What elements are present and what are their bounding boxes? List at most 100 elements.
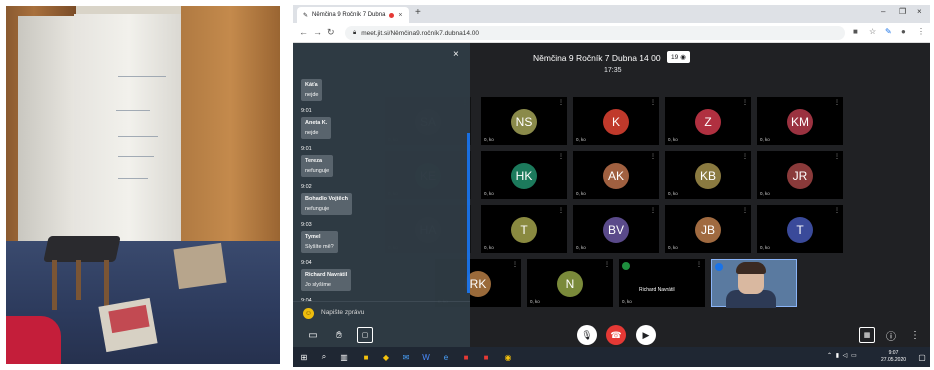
chat-close-icon[interactable]: × (453, 49, 459, 60)
app-icon[interactable]: ■ (461, 352, 471, 362)
forward-icon[interactable]: → (313, 27, 322, 37)
participant-tile[interactable]: T 0, ko ⋮ (757, 205, 843, 253)
participant-tile-speaker[interactable]: Richard Navrátil 0, ko ⋮ (619, 259, 705, 307)
star-icon[interactable]: ☆ (869, 27, 876, 36)
store-icon[interactable]: ◆ (381, 352, 391, 362)
back-icon[interactable]: ← (299, 27, 308, 37)
red-sofa (6, 316, 61, 364)
tile-menu-icon[interactable]: ⋮ (512, 261, 518, 268)
tab-title: Němčina 9 Ročník 7 Dubna (312, 12, 386, 18)
participant-tile[interactable]: JR 0, ko ⋮ (757, 151, 843, 199)
close-window-button[interactable]: × (917, 7, 922, 16)
participant-avatar: T (511, 217, 537, 243)
tile-menu-icon[interactable]: ⋮ (742, 153, 748, 160)
chat-message-time: 9:01 (301, 146, 312, 152)
participant-avatar: NS (511, 109, 537, 135)
recording-icon (389, 12, 395, 18)
tile-status-label: 0, ko (760, 191, 770, 196)
hangup-icon[interactable]: ☎︎ (606, 325, 626, 345)
camera-toggle-icon[interactable]: ▶︎ (636, 325, 656, 345)
address-bar: ← → ↻ 🔒︎ meet.jit.si/Němčina9.ročník7.du… (293, 23, 930, 43)
info-icon[interactable]: ⓘ (883, 327, 899, 343)
participant-tile[interactable]: Z 0, ko ⋮ (665, 97, 751, 145)
chat-toggle-icon[interactable]: ▢ (357, 327, 373, 343)
tile-menu-icon[interactable]: ⋮ (834, 99, 840, 106)
screen-share-icon[interactable]: ▭ (305, 327, 321, 343)
participant-tile[interactable]: KM 0, ko ⋮ (757, 97, 843, 145)
board-writing (118, 136, 158, 137)
tile-menu-icon[interactable]: ⋮ (696, 261, 702, 268)
search-icon[interactable]: ⌕ (319, 352, 329, 362)
participant-tile[interactable]: NS 0, ko ⋮ (481, 97, 567, 145)
system-tray-icons[interactable]: ⌃ ▮ ◁ ▭ (827, 352, 858, 359)
chat-message-author: Aneta K. (305, 120, 328, 126)
participant-tile[interactable]: JB 0, ko ⋮ (665, 205, 751, 253)
browser-window: ✎ Němčina 9 Ročník 7 Dubna × + – ❐ × ← →… (293, 5, 930, 367)
windows-start-icon[interactable]: ⊞ (299, 352, 309, 362)
chat-input[interactable]: ☺ Napište zprávu (293, 301, 470, 323)
taskbar-clock[interactable]: 9:07 27.05.2020 (881, 350, 906, 364)
tile-menu-icon[interactable]: ⋮ (650, 207, 656, 214)
chat-message-time: 9:03 (301, 222, 312, 228)
participant-tile[interactable]: AK 0, ko ⋮ (573, 151, 659, 199)
self-view-tile[interactable] (711, 259, 797, 308)
tile-menu-icon[interactable]: ⋮ (742, 207, 748, 214)
stool-leg (104, 260, 109, 306)
more-options-icon[interactable]: ⋮ (907, 327, 923, 343)
participant-tile[interactable]: T 0, ko ⋮ (481, 205, 567, 253)
chrome-icon[interactable]: ◉ (503, 352, 513, 362)
chat-scrollbar[interactable] (467, 133, 470, 293)
chat-message-author: Bohadlo Vojtěch (305, 196, 348, 202)
tile-menu-icon[interactable]: ⋮ (834, 207, 840, 214)
edge-icon[interactable]: e (441, 352, 451, 362)
minimize-button[interactable]: – (881, 7, 885, 16)
tile-menu-icon[interactable]: ⋮ (834, 153, 840, 160)
chat-message: Richard Navrátil Jo slyšíme (301, 269, 352, 291)
meet-favicon-icon: ✎ (303, 12, 309, 19)
maximize-button[interactable]: ❐ (899, 7, 906, 16)
smiley-icon[interactable]: ☺ (303, 308, 314, 319)
participant-tile[interactable]: HK 0, ko ⋮ (481, 151, 567, 199)
menu-icon[interactable]: ⋮ (917, 27, 925, 36)
browser-tab[interactable]: ✎ Němčina 9 Ročník 7 Dubna × (297, 7, 409, 23)
participant-tile[interactable]: K 0, ko ⋮ (573, 97, 659, 145)
new-tab-button[interactable]: + (415, 7, 421, 18)
tile-menu-icon[interactable]: ⋮ (558, 207, 564, 214)
box (173, 242, 227, 290)
chat-message-time: 9:02 (301, 184, 312, 190)
tile-menu-icon[interactable]: ⋮ (650, 153, 656, 160)
tile-status-label: 0, ko (484, 191, 494, 196)
tile-menu-icon[interactable]: ⋮ (742, 99, 748, 106)
chat-message-text: Slyšíte mě? (305, 244, 334, 250)
raise-hand-icon[interactable]: ✋︎ (331, 327, 347, 343)
app-icon[interactable]: ■ (481, 352, 491, 362)
tile-view-icon[interactable]: ▦ (859, 327, 875, 343)
notifications-icon[interactable]: ▢ (917, 352, 927, 362)
participant-count-badge[interactable]: 19 ◉ (667, 51, 690, 63)
participant-tile[interactable]: KB 0, ko ⋮ (665, 151, 751, 199)
account-icon[interactable]: ● (901, 27, 906, 36)
tile-menu-icon[interactable]: ⋮ (558, 99, 564, 106)
extension-icon[interactable]: ✎ (885, 27, 892, 36)
camera-icon[interactable]: ■ (853, 27, 858, 36)
tile-menu-icon[interactable]: ⋮ (604, 261, 610, 268)
microphone-icon[interactable]: 🎙︎ (577, 325, 597, 345)
chat-message-text: Jo slyšíme (305, 282, 331, 288)
file-explorer-icon[interactable]: ■ (361, 352, 371, 362)
mail-icon[interactable]: ✉ (401, 352, 411, 362)
participant-avatar: KB (695, 163, 721, 189)
participant-tile[interactable]: BV 0, ko ⋮ (573, 205, 659, 253)
tile-menu-icon[interactable]: ⋮ (650, 99, 656, 106)
participant-avatar: AK (603, 163, 629, 189)
word-icon[interactable]: W (421, 352, 431, 362)
chat-message: Tereza nefunguje (301, 155, 334, 177)
participants-icon: ◉ (680, 54, 686, 61)
tile-menu-icon[interactable]: ⋮ (558, 153, 564, 160)
tab-close-icon[interactable]: × (398, 12, 402, 19)
url-input[interactable]: 🔒︎ meet.jit.si/Němčina9.ročník7.dubna14.… (345, 26, 845, 40)
tile-status-label: 0, ko (760, 137, 770, 142)
participant-tile[interactable]: N 0, ko ⋮ (527, 259, 613, 307)
task-view-icon[interactable]: ▥ (339, 352, 349, 362)
reload-icon[interactable]: ↻ (327, 27, 335, 38)
participant-avatar: K (603, 109, 629, 135)
